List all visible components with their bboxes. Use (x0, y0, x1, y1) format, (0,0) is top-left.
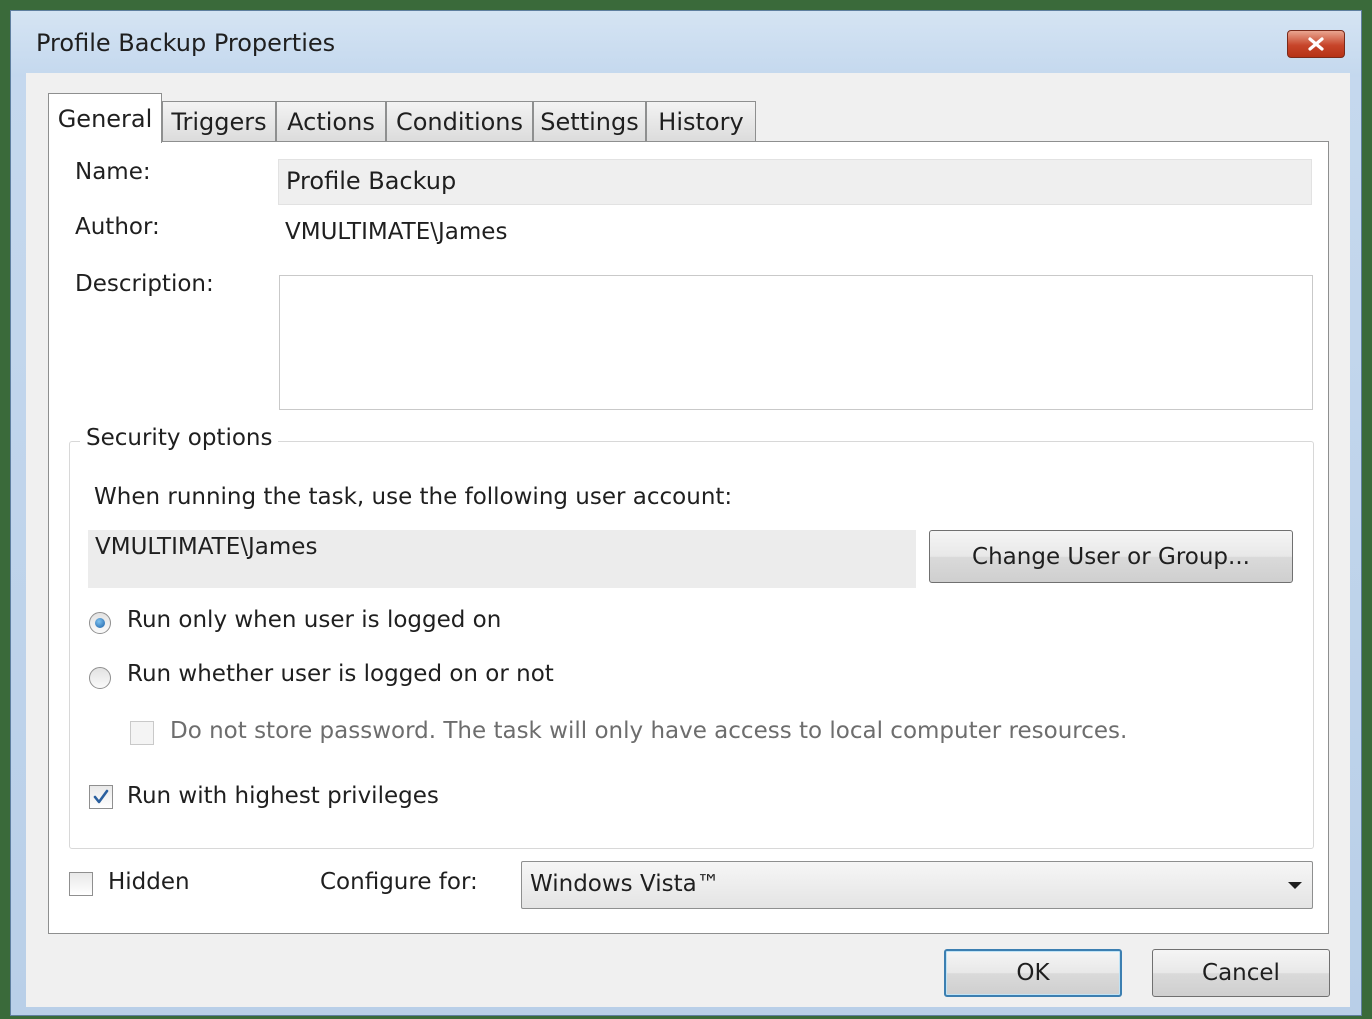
name-label: Name: (75, 159, 151, 185)
do-not-store-password-label[interactable]: Do not store password. The task will onl… (170, 718, 1127, 744)
general-tab-panel: Name: Profile Backup Author: VMULTIMATE\… (48, 141, 1329, 934)
tab-triggers[interactable]: Triggers (162, 101, 276, 141)
tab-label: General (57, 104, 153, 133)
author-label: Author: (75, 214, 160, 240)
account-prompt: When running the task, use the following… (94, 484, 733, 510)
hidden-label[interactable]: Hidden (108, 869, 190, 895)
hidden-checkbox[interactable] (69, 872, 93, 896)
cancel-button[interactable]: Cancel (1152, 949, 1330, 997)
title-bar[interactable]: Profile Backup Properties (11, 11, 1361, 77)
button-label: Change User or Group... (972, 543, 1250, 570)
tab-history[interactable]: History (646, 101, 756, 141)
tab-actions[interactable]: Actions (276, 101, 386, 141)
dialog-client-area: General Triggers Actions Conditions Sett… (26, 73, 1350, 1007)
run-highest-privileges-label[interactable]: Run with highest privileges (127, 783, 439, 809)
security-options-group: Security options When running the task, … (69, 425, 1314, 849)
configure-for-value: Windows Vista™ (530, 871, 720, 897)
tab-label: Triggers (171, 107, 267, 136)
properties-window: Profile Backup Properties General Trigge… (10, 10, 1362, 1016)
tab-label: Settings (540, 107, 639, 136)
radio-run-only-logged-on-label[interactable]: Run only when user is logged on (127, 607, 501, 633)
tab-conditions[interactable]: Conditions (386, 101, 533, 141)
button-label: OK (1016, 960, 1050, 986)
configure-for-select[interactable]: Windows Vista™ (521, 861, 1313, 909)
radio-run-whether-logged-on[interactable] (89, 667, 111, 689)
security-options-title: Security options (80, 425, 279, 451)
tab-settings[interactable]: Settings (533, 101, 646, 141)
close-icon (1308, 37, 1324, 51)
window-title: Profile Backup Properties (36, 29, 336, 57)
chevron-down-icon (1288, 882, 1302, 889)
do-not-store-password-checkbox[interactable] (130, 721, 154, 745)
radio-run-only-logged-on[interactable] (89, 612, 111, 634)
checkmark-icon (93, 789, 109, 804)
radio-run-whether-logged-on-label[interactable]: Run whether user is logged on or not (127, 661, 554, 687)
close-button[interactable] (1287, 30, 1345, 58)
ok-button[interactable]: OK (944, 949, 1122, 997)
change-user-or-group-button[interactable]: Change User or Group... (929, 530, 1293, 583)
run-highest-privileges-checkbox[interactable] (89, 785, 113, 809)
tab-label: Actions (287, 107, 375, 136)
description-label: Description: (75, 271, 214, 297)
tab-general[interactable]: General (48, 93, 162, 143)
description-field[interactable] (279, 275, 1313, 410)
configure-for-label: Configure for: (320, 869, 478, 895)
button-label: Cancel (1202, 960, 1280, 986)
tab-label: Conditions (395, 107, 524, 136)
author-value: VMULTIMATE\James (285, 219, 508, 245)
tab-label: History (658, 107, 744, 136)
user-account-field: VMULTIMATE\James (88, 530, 916, 588)
name-field[interactable]: Profile Backup (278, 159, 1312, 205)
